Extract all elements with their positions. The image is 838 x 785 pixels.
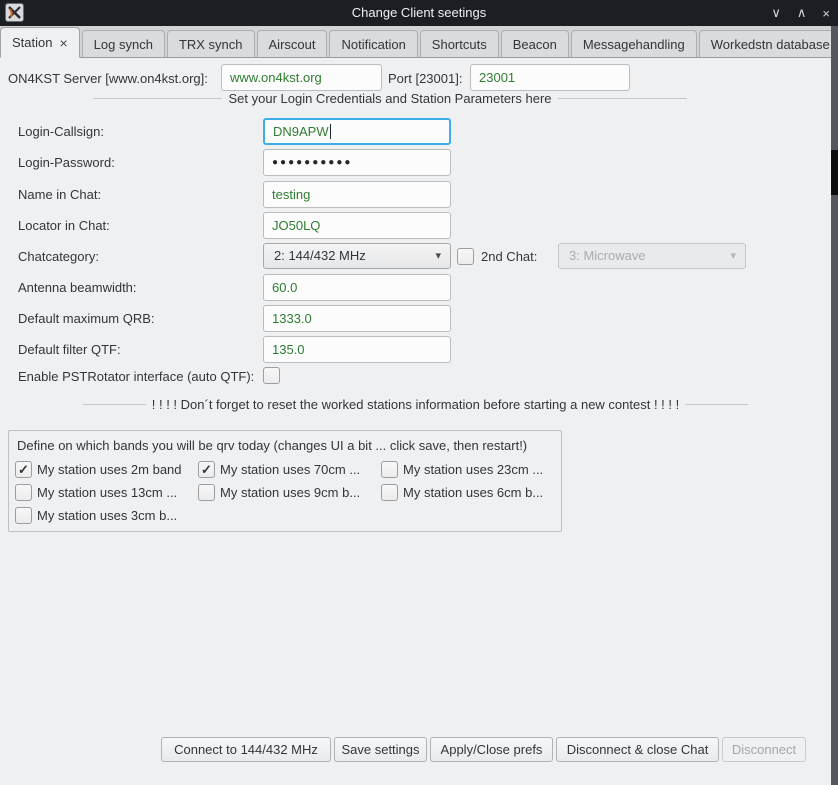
settings-window: Change Client seetings ∨ ∧ × Station × L… xyxy=(0,0,838,785)
text-cursor xyxy=(330,124,331,139)
second-chat-value: 3: Microwave xyxy=(569,248,646,263)
scrollbar-thumb[interactable] xyxy=(831,150,838,195)
contest-warning-text: ! ! ! ! Don´t forget to reset the worked… xyxy=(146,397,685,412)
tab-label: Messagehandling xyxy=(583,37,685,52)
second-chat-checkbox[interactable] xyxy=(457,248,474,265)
band-23cm-label: My station uses 23cm ... xyxy=(403,462,543,477)
chat-name-input[interactable]: testing xyxy=(263,181,451,208)
tab-messagehandling[interactable]: Messagehandling xyxy=(571,30,697,57)
beamwidth-input[interactable]: 60.0 xyxy=(263,274,451,301)
band-3cm-label: My station uses 3cm b... xyxy=(37,508,177,523)
tab-label: Beacon xyxy=(513,37,557,52)
filter-qtf-input[interactable]: 135.0 xyxy=(263,336,451,363)
band-9cm-checkbox[interactable] xyxy=(198,484,215,501)
band-2m-label: My station uses 2m band xyxy=(37,462,182,477)
second-chat-label: 2nd Chat: xyxy=(481,249,537,264)
tab-airscout[interactable]: Airscout xyxy=(257,30,328,57)
band-13cm-label: My station uses 13cm ... xyxy=(37,485,177,500)
tab-label: Station xyxy=(12,35,52,50)
chatcategory-value: 2: 144/432 MHz xyxy=(274,248,366,263)
tab-trx-synch[interactable]: TRX synch xyxy=(167,30,255,57)
window-title: Change Client seetings xyxy=(0,0,838,26)
band-2m-checkbox[interactable]: ✓ xyxy=(15,461,32,478)
chat-name-label: Name in Chat: xyxy=(18,187,101,202)
tab-workedstn-database[interactable]: Workedstn database xyxy=(699,30,838,57)
server-label: ON4KST Server [www.on4kst.org]: xyxy=(8,71,208,86)
connect-button[interactable]: Connect to 144/432 MHz xyxy=(161,737,331,762)
locator-label: Locator in Chat: xyxy=(18,218,110,233)
chevron-down-icon: ▾ xyxy=(730,244,736,268)
credentials-section-title: Set your Login Credentials and Station P… xyxy=(222,91,557,106)
tab-station[interactable]: Station × xyxy=(0,27,80,58)
pstrotator-label: Enable PSTRotator interface (auto QTF): xyxy=(18,369,254,384)
tab-label: Notification xyxy=(341,37,405,52)
locator-input[interactable]: JO50LQ xyxy=(263,212,451,239)
save-settings-button[interactable]: Save settings xyxy=(334,737,427,762)
tab-label: Log synch xyxy=(94,37,153,52)
login-password-label: Login-Password: xyxy=(18,155,115,170)
band-3cm-checkbox[interactable] xyxy=(15,507,32,524)
bands-groupbox: Define on which bands you will be qrv to… xyxy=(8,430,562,532)
band-70cm-checkbox[interactable]: ✓ xyxy=(198,461,215,478)
tab-label: Workedstn database xyxy=(711,37,830,52)
band-13cm-checkbox[interactable] xyxy=(15,484,32,501)
tab-shortcuts[interactable]: Shortcuts xyxy=(420,30,499,57)
bands-group-title: Define on which bands you will be qrv to… xyxy=(17,438,527,453)
max-qrb-label: Default maximum QRB: xyxy=(18,311,155,326)
check-icon: ✓ xyxy=(18,462,29,478)
chatcategory-label: Chatcategory: xyxy=(18,249,99,264)
minimize-button[interactable]: ∨ xyxy=(771,5,781,21)
port-input[interactable]: 23001 xyxy=(470,64,630,91)
tab-close-icon[interactable]: × xyxy=(59,35,67,51)
max-qrb-input[interactable]: 1333.0 xyxy=(263,305,451,332)
beamwidth-label: Antenna beamwidth: xyxy=(18,280,137,295)
band-9cm-label: My station uses 9cm b... xyxy=(220,485,360,500)
band-70cm-label: My station uses 70cm ... xyxy=(220,462,360,477)
chatcategory-select[interactable]: 2: 144/432 MHz ▾ xyxy=(263,243,451,269)
filter-qtf-label: Default filter QTF: xyxy=(18,342,121,357)
tab-label: Airscout xyxy=(269,37,316,52)
disconnect-close-chat-button[interactable]: Disconnect & close Chat xyxy=(556,737,719,762)
second-chat-select: 3: Microwave ▾ xyxy=(558,243,746,269)
band-23cm-checkbox[interactable] xyxy=(381,461,398,478)
maximize-button[interactable]: ∧ xyxy=(797,5,807,21)
credentials-section-separator: Set your Login Credentials and Station P… xyxy=(93,90,687,106)
tab-notification[interactable]: Notification xyxy=(329,30,417,57)
close-button[interactable]: × xyxy=(822,6,830,21)
login-callsign-label: Login-Callsign: xyxy=(18,124,104,139)
server-input[interactable]: www.on4kst.org xyxy=(221,64,382,91)
tab-beacon[interactable]: Beacon xyxy=(501,30,569,57)
pstrotator-checkbox[interactable] xyxy=(263,367,280,384)
login-password-input[interactable]: ●●●●●●●●●● xyxy=(263,149,451,176)
tab-log-synch[interactable]: Log synch xyxy=(82,30,165,57)
apply-close-prefs-button[interactable]: Apply/Close prefs xyxy=(430,737,553,762)
contest-warning-separator: ! ! ! ! Don´t forget to reset the worked… xyxy=(83,396,748,412)
login-callsign-value: DN9APW xyxy=(273,124,329,139)
background-scrollbar[interactable] xyxy=(831,26,838,785)
band-6cm-label: My station uses 6cm b... xyxy=(403,485,543,500)
check-icon: ✓ xyxy=(201,462,212,478)
band-6cm-checkbox[interactable] xyxy=(381,484,398,501)
port-label: Port [23001]: xyxy=(388,71,462,86)
tab-label: Shortcuts xyxy=(432,37,487,52)
titlebar[interactable]: Change Client seetings ∨ ∧ × xyxy=(0,0,838,26)
disconnect-button: Disconnect xyxy=(722,737,806,762)
tab-bar: Station × Log synch TRX synch Airscout N… xyxy=(0,26,838,58)
chevron-down-icon: ▾ xyxy=(435,244,441,268)
login-callsign-input[interactable]: DN9APW xyxy=(263,118,451,145)
tab-label: TRX synch xyxy=(179,37,243,52)
